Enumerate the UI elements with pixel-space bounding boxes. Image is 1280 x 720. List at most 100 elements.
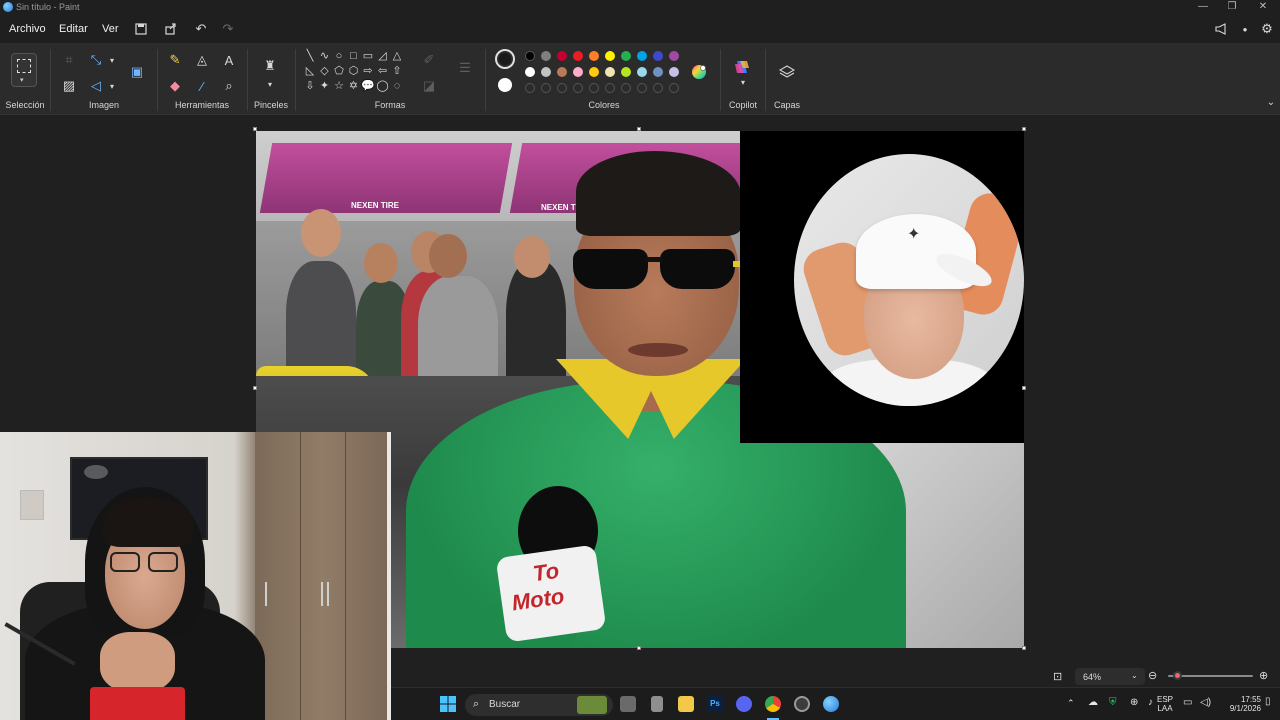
color-swatch[interactable] (621, 67, 631, 77)
shape-icon[interactable]: △ (390, 49, 404, 63)
shape-icon[interactable]: 💬 (361, 79, 375, 93)
resize-handle[interactable] (253, 386, 257, 390)
line-size-icon[interactable]: ☰ (456, 59, 474, 77)
clock[interactable]: 17:55 9/1/2026 (1217, 695, 1261, 713)
shape-icon[interactable]: ○ (332, 49, 346, 63)
custom-color-slot[interactable] (621, 83, 631, 93)
color-swatch[interactable] (669, 51, 679, 61)
color-swatch[interactable] (525, 67, 535, 77)
custom-color-slot[interactable] (653, 83, 663, 93)
custom-color-slot[interactable] (605, 83, 615, 93)
onedrive-icon[interactable]: ☁ (1088, 697, 1098, 708)
taskbar-search[interactable]: ⌕ Buscar (465, 694, 613, 716)
eraser-icon[interactable]: ◆ (166, 77, 184, 95)
custom-color-slot[interactable] (557, 83, 567, 93)
custom-color-slot[interactable] (525, 83, 535, 93)
color-swatch[interactable] (637, 67, 647, 77)
color-swatch[interactable] (605, 67, 615, 77)
primary-color-swatch[interactable] (495, 49, 515, 69)
color-swatch[interactable] (573, 67, 583, 77)
zoom-slider-thumb[interactable] (1173, 671, 1182, 680)
save-icon[interactable] (132, 20, 150, 38)
secondary-color-swatch[interactable] (498, 78, 512, 92)
color-swatch[interactable] (573, 51, 583, 61)
layers-icon[interactable] (778, 63, 796, 81)
resize-handle[interactable] (1022, 127, 1026, 131)
edit-colors-icon[interactable] (690, 63, 708, 81)
color-swatch[interactable] (621, 51, 631, 61)
brush-icon[interactable]: ♜ (261, 57, 279, 75)
task-view-icon[interactable] (620, 696, 636, 712)
custom-color-slot[interactable] (637, 83, 647, 93)
color-swatch[interactable] (525, 51, 535, 61)
select-all-icon[interactable]: ▨ (60, 77, 78, 95)
chrome-icon[interactable] (765, 696, 781, 712)
outline-icon[interactable]: ✐ (420, 51, 438, 69)
photoshop-icon[interactable]: Ps (707, 696, 723, 712)
keyboard-language[interactable]: ESP LAA (1153, 695, 1177, 713)
discord-icon[interactable] (736, 696, 752, 712)
color-swatch[interactable] (605, 51, 615, 61)
pinned-app-icon[interactable] (651, 696, 663, 712)
account-icon[interactable]: ● (1236, 20, 1254, 38)
shape-icon[interactable]: ⇧ (390, 64, 404, 78)
maximize-button[interactable]: ❐ (1217, 1, 1247, 12)
color-swatch[interactable] (653, 51, 663, 61)
magnifier-icon[interactable]: ⌕ (220, 77, 238, 95)
fill-icon[interactable]: ◪ (420, 77, 438, 95)
menu-archivo[interactable]: Archivo (9, 23, 46, 35)
resize-handle[interactable] (253, 127, 257, 131)
color-swatch[interactable] (557, 67, 567, 77)
paint-taskbar-icon[interactable] (823, 696, 839, 712)
announce-icon[interactable] (1212, 20, 1230, 38)
shape-icon[interactable]: ⬠ (332, 64, 346, 78)
shape-icon[interactable]: ◌ (390, 79, 404, 93)
color-swatch[interactable] (653, 67, 663, 77)
fill-bucket-icon[interactable]: ◬ (193, 51, 211, 69)
zoom-in-icon[interactable]: ⊕ (1259, 669, 1268, 682)
network-icon[interactable]: ⊕ (1130, 697, 1138, 708)
shape-icon[interactable]: ✦ (318, 79, 332, 93)
security-shield-icon[interactable]: ⛨ (1109, 697, 1117, 708)
shape-icon[interactable]: ◯ (376, 79, 390, 93)
shape-icon[interactable]: ∿ (318, 49, 332, 63)
shape-icon[interactable]: ⇦ (376, 64, 390, 78)
resize-handle[interactable] (637, 127, 641, 131)
redo-icon[interactable]: ↷ (219, 20, 237, 38)
undo-icon[interactable]: ↶ (192, 20, 210, 38)
shape-icon[interactable]: ✡ (347, 79, 361, 93)
notifications-icon[interactable]: ▯ (1265, 696, 1271, 707)
close-button[interactable]: ✕ (1248, 1, 1278, 12)
zoom-select[interactable]: 64% ⌄ (1075, 668, 1145, 685)
collapse-ribbon-chevron-icon[interactable]: ⌄ (1262, 93, 1280, 111)
color-picker-icon[interactable]: ⁄ (193, 77, 211, 95)
selection-tool-button[interactable]: ▾ (11, 53, 37, 87)
chevron-down-icon[interactable]: ▾ (261, 75, 279, 93)
resize-handle[interactable] (1022, 646, 1026, 650)
color-swatch[interactable] (557, 51, 567, 61)
shape-icon[interactable]: ◇ (318, 64, 332, 78)
tray-overflow-chevron-icon[interactable]: ⌃ (1067, 698, 1075, 709)
color-swatch[interactable] (589, 51, 599, 61)
shape-icon[interactable]: ☆ (332, 79, 346, 93)
custom-color-slot[interactable] (541, 83, 551, 93)
volume-icon[interactable]: ◁) (1200, 697, 1211, 708)
shape-icon[interactable]: □ (347, 49, 361, 63)
custom-color-slot[interactable] (573, 83, 583, 93)
settings-gear-icon[interactable]: ⚙ (1258, 20, 1276, 38)
shape-icon[interactable]: ◿ (376, 49, 390, 63)
pencil-icon[interactable]: ✎ (166, 51, 184, 69)
shape-icon[interactable]: ⇩ (303, 79, 317, 93)
resize-handle[interactable] (637, 646, 641, 650)
color-swatch[interactable] (637, 51, 647, 61)
file-explorer-icon[interactable] (678, 696, 694, 712)
shape-icon[interactable]: ⇨ (361, 64, 375, 78)
color-swatch[interactable] (541, 67, 551, 77)
battery-icon[interactable]: ▭ (1183, 697, 1192, 708)
color-swatch[interactable] (589, 67, 599, 77)
shape-icon[interactable]: ⬡ (347, 64, 361, 78)
obs-icon[interactable] (794, 696, 810, 712)
chevron-down-icon[interactable]: ▾ (103, 51, 121, 69)
color-swatch[interactable] (541, 51, 551, 61)
crop-icon[interactable]: ⌗ (60, 51, 78, 69)
